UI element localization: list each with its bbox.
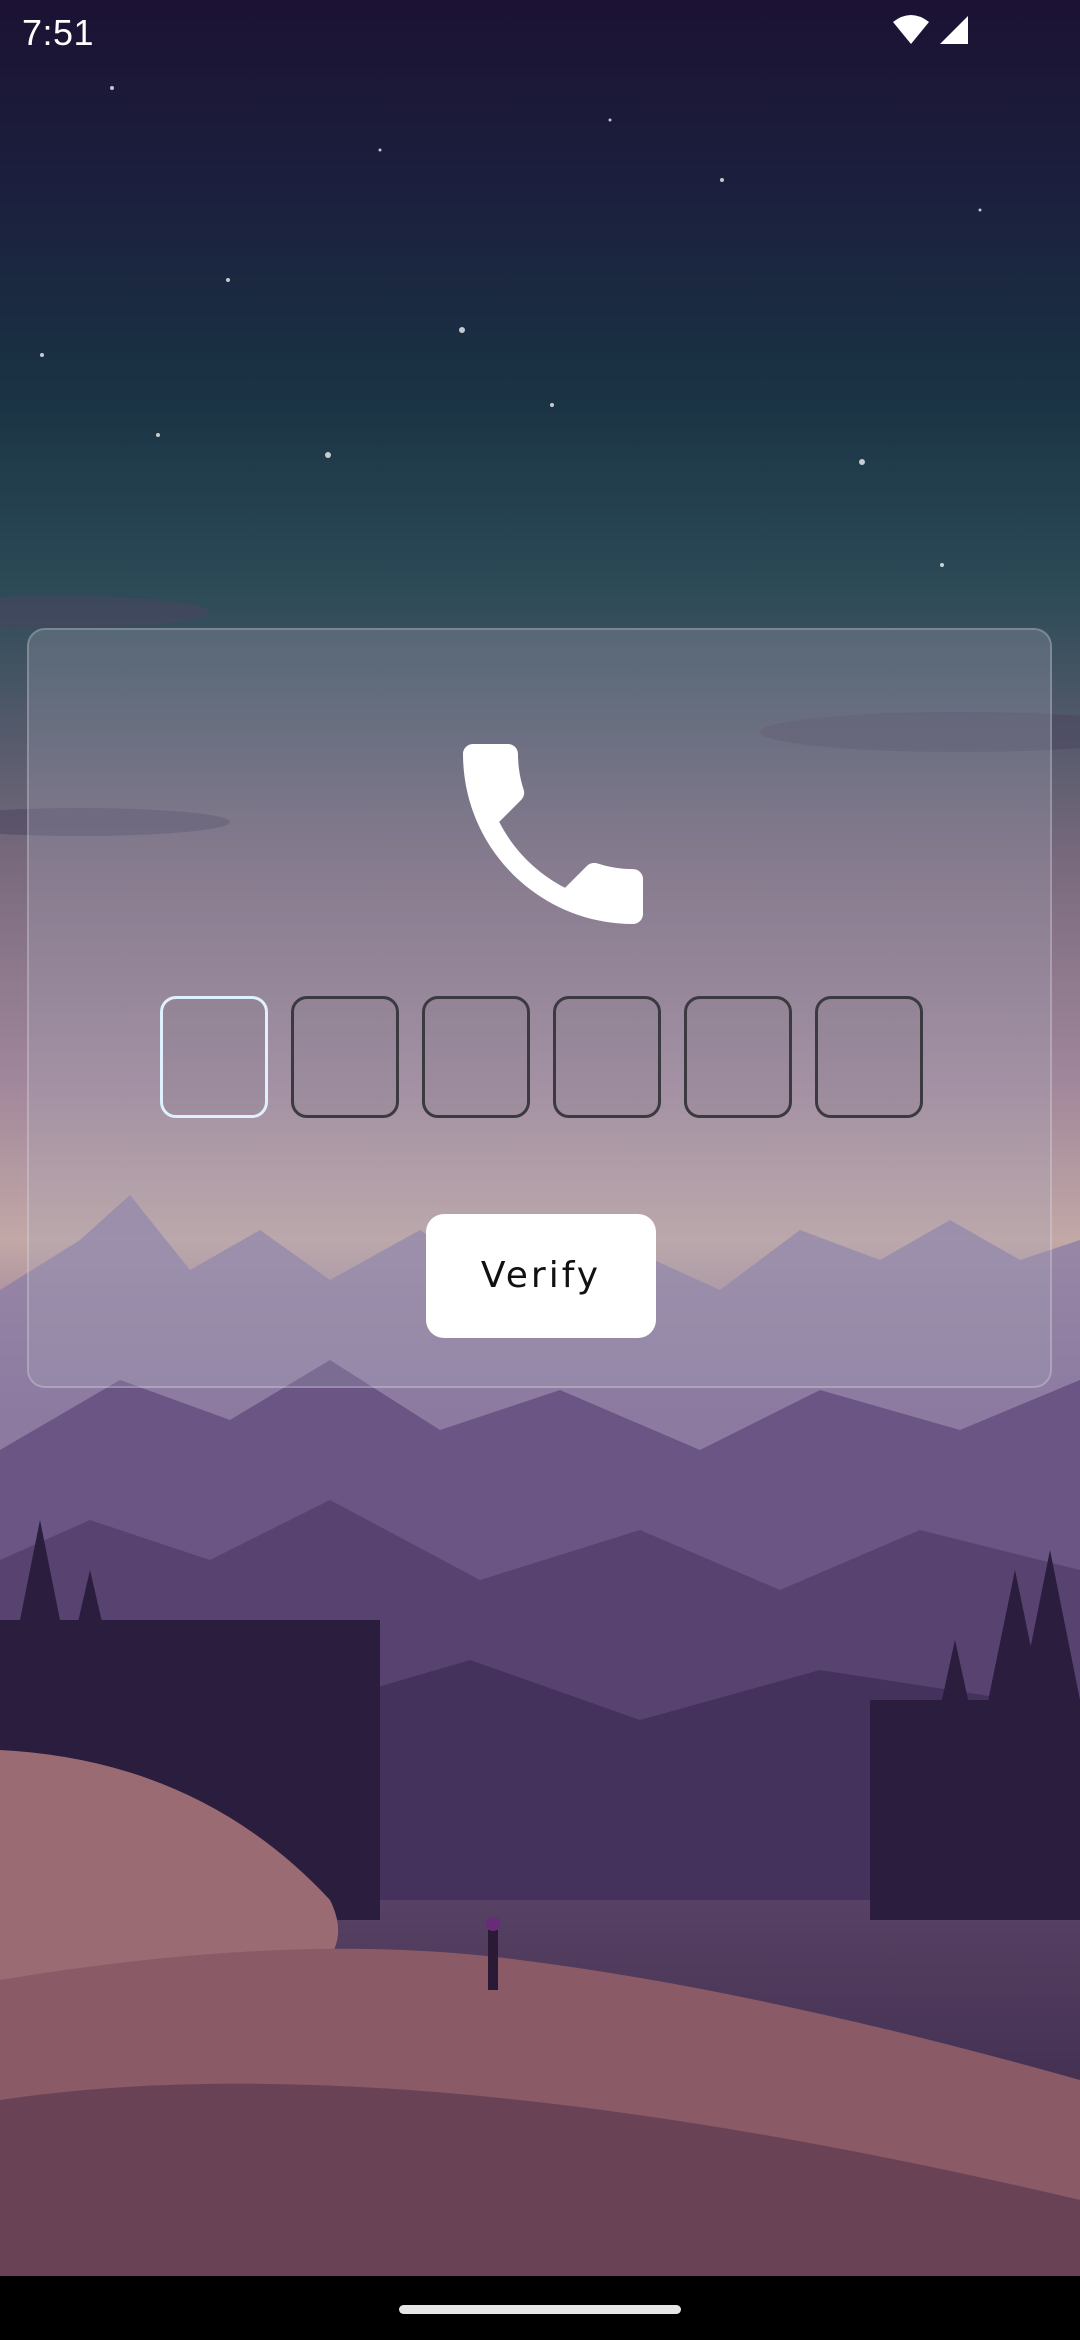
wifi-icon bbox=[892, 14, 930, 46]
otp-card: Verify bbox=[27, 628, 1052, 1388]
cellular-signal-icon bbox=[938, 14, 970, 46]
home-gesture-handle[interactable] bbox=[399, 2305, 681, 2314]
otp-verification-screen: 7:51 Verify bbox=[0, 0, 1080, 2340]
verify-button[interactable]: Verify bbox=[426, 1214, 656, 1338]
otp-digit-5[interactable] bbox=[684, 996, 792, 1118]
otp-digit-1[interactable] bbox=[160, 996, 268, 1118]
otp-digit-3[interactable] bbox=[422, 996, 530, 1118]
otp-digit-2[interactable] bbox=[291, 996, 399, 1118]
status-icons bbox=[892, 14, 970, 46]
otp-input-row bbox=[160, 996, 923, 1118]
otp-digit-4[interactable] bbox=[553, 996, 661, 1118]
navigation-bar bbox=[0, 2276, 1080, 2340]
status-time: 7:51 bbox=[22, 12, 95, 53]
phone-icon bbox=[463, 744, 643, 924]
status-bar: 7:51 bbox=[0, 0, 1080, 66]
otp-digit-6[interactable] bbox=[815, 996, 923, 1118]
